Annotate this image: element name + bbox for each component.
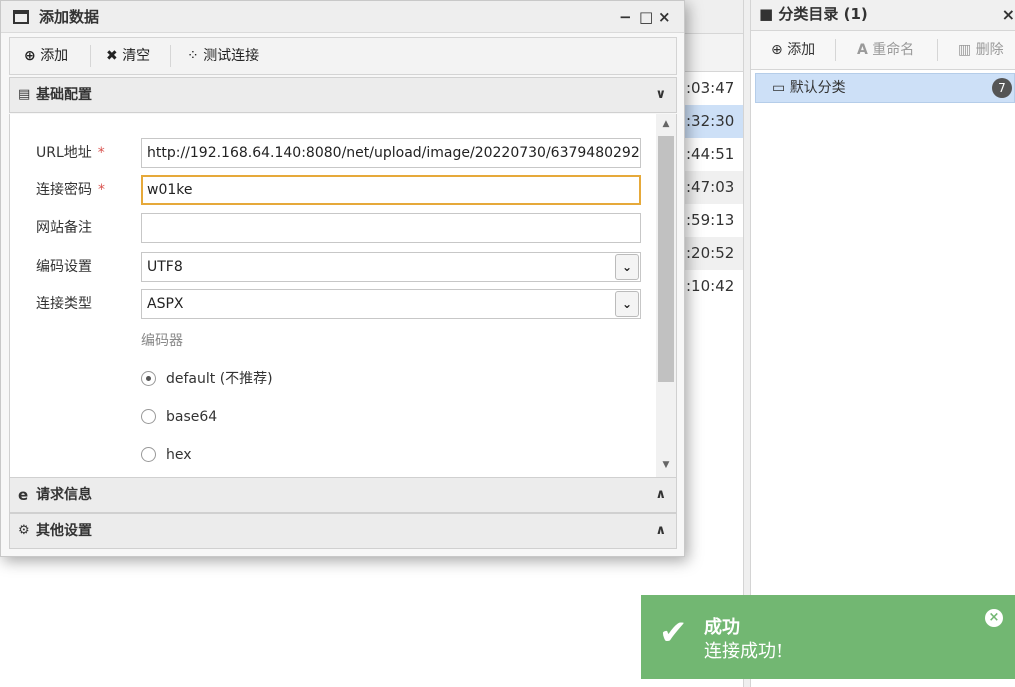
add-button[interactable]: ⊕ 添加 <box>24 38 68 74</box>
dialog-title: 添加数据 <box>39 8 100 26</box>
table-row[interactable]: :59:13 <box>676 204 743 237</box>
note-input[interactable] <box>141 213 641 243</box>
password-input[interactable]: w01ke <box>141 175 641 205</box>
toast-message: 连接成功! <box>704 641 784 662</box>
encoder-radio-default[interactable]: default (不推荐) <box>141 370 273 388</box>
category-delete-label: 删除 <box>975 42 1004 58</box>
add-data-dialog: 添加数据 − □ × ⊕ 添加 ✖ 清空 ⁘ 测试连接 ▤ 基础配置 ∨ URL… <box>0 0 685 557</box>
encoding-select[interactable]: UTF8 ⌄ <box>141 252 641 282</box>
gears-icon: ⚙ <box>18 523 30 538</box>
divider <box>170 45 171 67</box>
clear-button[interactable]: ✖ 清空 <box>106 38 150 74</box>
table-row[interactable]: :20:52 <box>676 237 743 270</box>
test-connection-label: 测试连接 <box>203 48 260 64</box>
category-panel: ■ 分类目录 (1) × ⊕ 添加 A 重命名 ▥ 删除 ▭ 默认分类 7 <box>751 0 1015 687</box>
font-icon: A <box>857 42 868 58</box>
success-toast: ✔ 成功 连接成功! × <box>641 595 1015 679</box>
chevron-down-icon[interactable]: ⌄ <box>615 291 639 317</box>
note-label: 网站备注 <box>36 220 92 236</box>
category-rename-label: 重命名 <box>872 42 915 58</box>
encoder-option-label: default (不推荐) <box>166 371 273 387</box>
close-button[interactable]: × <box>658 1 671 33</box>
chevron-up-icon: ∧ <box>655 523 666 538</box>
window-icon <box>13 10 29 24</box>
divider <box>90 45 91 67</box>
chevron-down-icon: ∨ <box>655 87 666 102</box>
spinner-icon: ⁘ <box>187 48 199 64</box>
table-row[interactable]: :47:03 <box>676 171 743 204</box>
scrollbar-thumb[interactable] <box>658 136 674 382</box>
divider <box>937 39 938 61</box>
chevron-down-icon[interactable]: ⌄ <box>615 254 639 280</box>
encoder-radio-base64[interactable]: base64 <box>141 408 217 426</box>
count-badge: 7 <box>992 78 1012 98</box>
radio-selected-icon <box>141 371 156 386</box>
password-label: 连接密码 * <box>36 182 105 198</box>
section-other-settings[interactable]: ⚙ 其他设置 ∧ <box>9 513 677 549</box>
folder-open-icon: ▭ <box>772 80 786 96</box>
type-label: 连接类型 <box>36 296 92 312</box>
category-titlebar: ■ 分类目录 (1) × <box>751 0 1015 31</box>
dialog-toolbar: ⊕ 添加 ✖ 清空 ⁘ 测试连接 <box>9 37 677 75</box>
encoding-label: 编码设置 <box>36 259 92 275</box>
add-button-label: 添加 <box>40 48 69 64</box>
category-title: 分类目录 (1) <box>778 5 868 23</box>
minimize-button[interactable]: − <box>619 1 632 33</box>
chevron-up-icon: ∧ <box>655 487 666 502</box>
trash-icon: ▥ <box>958 42 972 58</box>
encoder-label: 编码器 <box>141 333 183 349</box>
maximize-button[interactable]: □ <box>639 1 653 33</box>
encoding-value: UTF8 <box>147 259 183 275</box>
section-basic-label: 基础配置 <box>36 87 92 103</box>
radio-icon <box>141 447 156 462</box>
plus-circle-icon: ⊕ <box>24 48 36 64</box>
ie-icon: e <box>18 486 29 504</box>
category-add-label: 添加 <box>787 42 816 58</box>
vertical-scrollbar[interactable]: ▲ ▼ <box>656 114 676 477</box>
check-icon: ✔ <box>659 613 688 653</box>
close-icon[interactable]: × <box>985 609 1003 627</box>
category-item-label: 默认分类 <box>789 80 846 96</box>
clear-button-label: 清空 <box>122 48 151 64</box>
type-value: ASPX <box>147 296 184 312</box>
encoder-radio-hex[interactable]: hex <box>141 446 192 464</box>
folder-icon: ■ <box>759 5 774 23</box>
scroll-up-icon[interactable]: ▲ <box>656 116 676 132</box>
section-other-label: 其他设置 <box>36 523 92 539</box>
url-label: URL地址 * <box>36 145 105 161</box>
section-request-info[interactable]: e 请求信息 ∧ <box>9 477 677 513</box>
file-icon: ▤ <box>18 87 31 102</box>
category-add-button[interactable]: ⊕ 添加 <box>771 31 815 69</box>
encoder-option-label: hex <box>166 447 192 463</box>
dialog-titlebar[interactable]: 添加数据 − □ × <box>1 1 684 33</box>
test-connection-button[interactable]: ⁘ 测试连接 <box>187 38 259 74</box>
table-row[interactable]: :44:51 <box>676 138 743 171</box>
panel-splitter[interactable] <box>743 0 751 687</box>
url-input[interactable]: http://192.168.64.140:8080/net/upload/im… <box>141 138 641 168</box>
section-request-label: 请求信息 <box>36 487 92 503</box>
category-item-default[interactable]: ▭ 默认分类 7 <box>755 73 1015 103</box>
category-delete-button[interactable]: ▥ 删除 <box>958 31 1004 69</box>
section-basic-config[interactable]: ▤ 基础配置 ∨ <box>9 77 677 113</box>
close-icon[interactable]: × <box>1002 0 1015 29</box>
table-row[interactable]: :03:47 <box>676 72 743 105</box>
toast-title: 成功 <box>704 617 740 638</box>
x-icon: ✖ <box>106 48 118 64</box>
divider <box>835 39 836 61</box>
plus-circle-icon: ⊕ <box>771 42 783 58</box>
category-toolbar: ⊕ 添加 A 重命名 ▥ 删除 <box>751 31 1015 70</box>
scroll-down-icon[interactable]: ▼ <box>656 457 676 473</box>
table-row[interactable]: :10:42 <box>676 270 743 303</box>
category-rename-button[interactable]: A 重命名 <box>857 31 914 69</box>
encoder-option-label: base64 <box>166 409 218 425</box>
basic-config-body: URL地址 * http://192.168.64.140:8080/net/up… <box>9 114 677 477</box>
table-row[interactable]: :32:30 <box>676 105 743 138</box>
radio-icon <box>141 409 156 424</box>
type-select[interactable]: ASPX ⌄ <box>141 289 641 319</box>
